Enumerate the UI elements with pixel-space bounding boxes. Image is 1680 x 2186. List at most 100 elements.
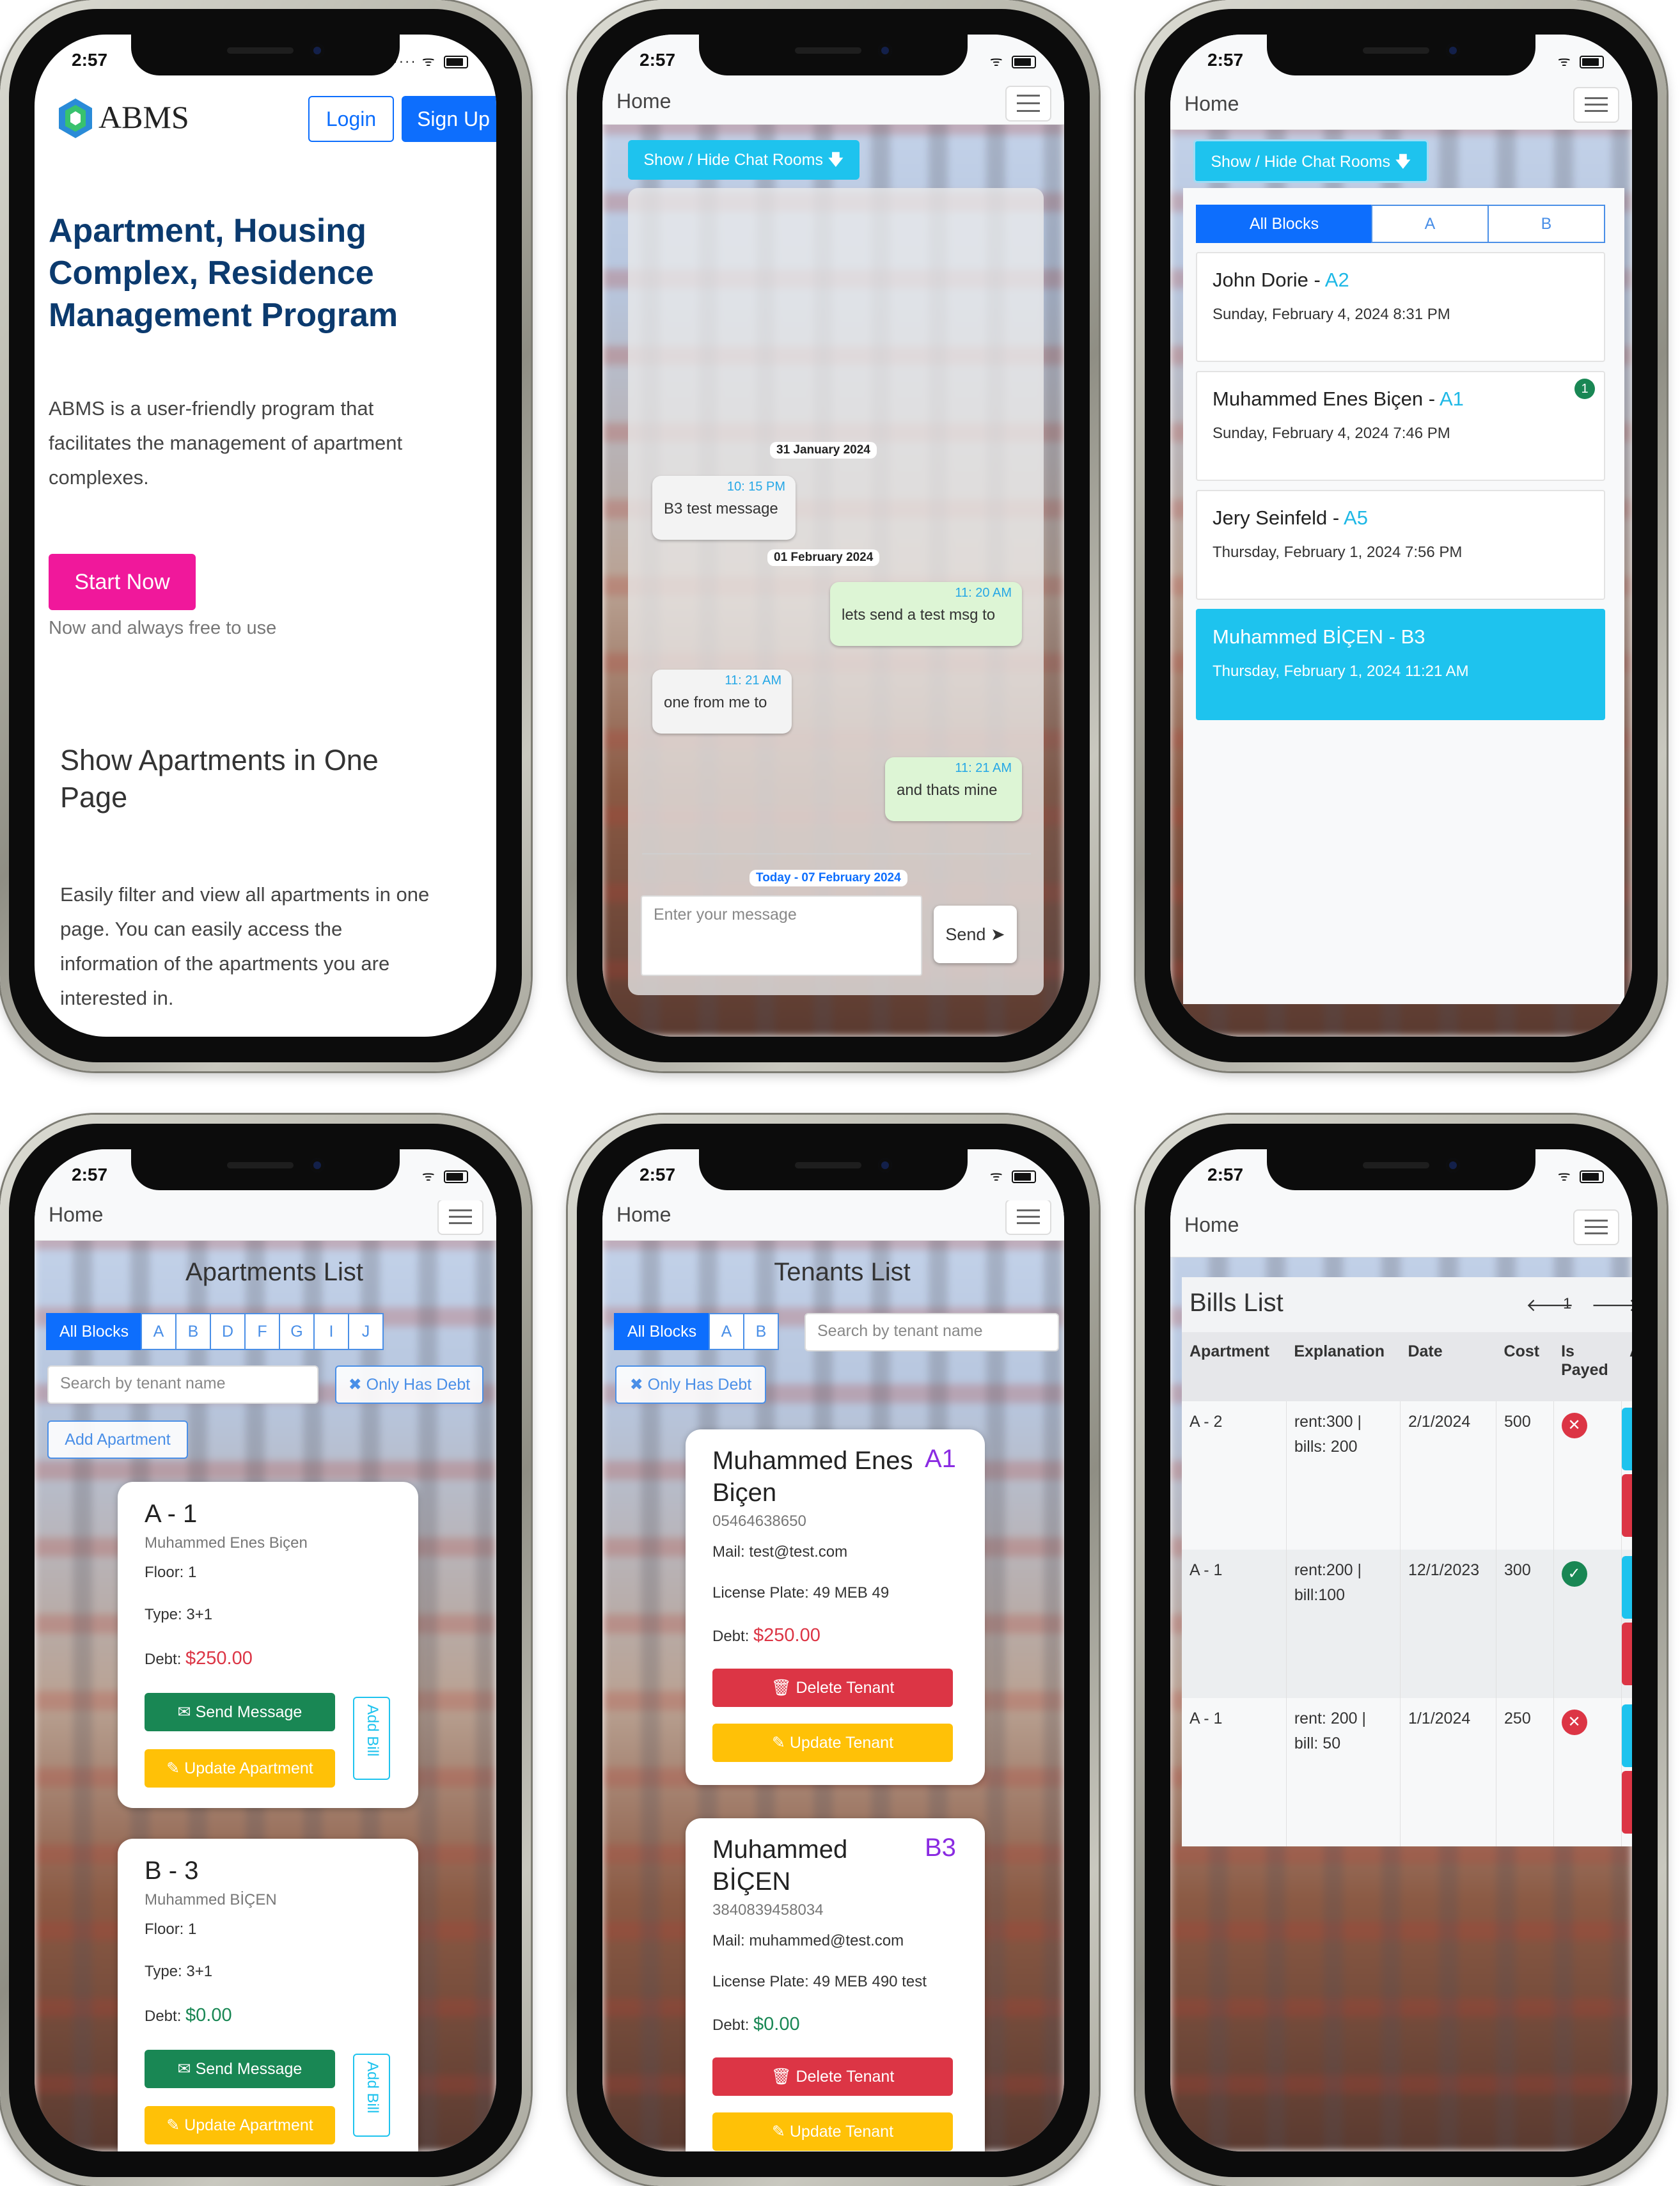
apartments-screen: 2:57 ᯤ Home Apartments List All Blocks A … bbox=[35, 1149, 496, 2151]
edit-bill-button[interactable] bbox=[1622, 1556, 1632, 1619]
delete-tenant-button[interactable]: 🗑 Delete Tenant bbox=[712, 2057, 953, 2096]
tab-all-blocks[interactable]: All Blocks bbox=[1196, 205, 1372, 243]
tab-b[interactable]: B bbox=[743, 1313, 779, 1350]
add-bill-label: Add Bill bbox=[364, 2061, 381, 2114]
only-has-debt-button[interactable]: ✖ Only Has Debt bbox=[615, 1365, 766, 1404]
update-apartment-button[interactable]: ✎ Update Apartment bbox=[145, 2106, 335, 2144]
notch bbox=[699, 35, 968, 75]
message-time: 11: 20 AM bbox=[955, 586, 1012, 600]
tab-all-blocks[interactable]: All Blocks bbox=[614, 1313, 710, 1350]
cell-actions bbox=[1622, 1401, 1632, 1550]
today-separator: Today - 07 February 2024 bbox=[750, 870, 907, 886]
next-page-icon[interactable]: 🡒 bbox=[1591, 1294, 1632, 1316]
notch bbox=[131, 1149, 400, 1190]
tab-b[interactable]: B bbox=[1488, 205, 1605, 243]
message-input[interactable]: Enter your message bbox=[641, 895, 922, 976]
only-has-debt-button[interactable]: ✖ Only Has Debt bbox=[335, 1365, 483, 1404]
apartment-floor: Floor: 1 bbox=[145, 1564, 197, 1581]
home-link[interactable]: Home bbox=[1184, 1213, 1239, 1237]
menu-toggle-button[interactable] bbox=[1005, 86, 1051, 122]
start-now-button[interactable]: Start Now bbox=[49, 554, 196, 610]
home-link[interactable]: Home bbox=[616, 1203, 671, 1227]
update-tenant-button[interactable]: ✎ Update Tenant bbox=[712, 1724, 953, 1762]
home-link[interactable]: Home bbox=[1184, 92, 1239, 116]
tenant-plate: License Plate: 49 MEB 490 test bbox=[712, 1973, 927, 1990]
tab-i[interactable]: I bbox=[313, 1313, 349, 1350]
update-apartment-label: Update Apartment bbox=[184, 2116, 313, 2134]
send-message-button[interactable]: ✉ Send Message bbox=[145, 2050, 335, 2088]
login-button[interactable]: Login bbox=[308, 96, 394, 142]
add-apartment-button[interactable]: Add Apartment bbox=[47, 1420, 188, 1459]
table-header: Apartment Explanation Date Cost Is Payed… bbox=[1182, 1332, 1632, 1401]
edit-bill-button[interactable] bbox=[1622, 1408, 1632, 1470]
chat-room-item[interactable]: Muhammed Enes Biçen - A1 Sunday, February… bbox=[1196, 371, 1605, 481]
phone-bills: 2:57 ᯤ Home Bills List 🡐 1 🡒 Apartment Ex… bbox=[1136, 1115, 1667, 2186]
rooms-screen: 2:57 ᯤ Home Show / Hide Chat Rooms 🡇 All … bbox=[1170, 35, 1632, 1037]
delete-bill-button[interactable] bbox=[1622, 1474, 1632, 1537]
tab-a[interactable]: A bbox=[141, 1313, 177, 1350]
menu-toggle-button[interactable] bbox=[1573, 87, 1619, 123]
search-input[interactable]: Search by tenant name bbox=[805, 1313, 1059, 1351]
table-row: A - 2 rent:300 | bills: 200 2/1/2024 500 … bbox=[1182, 1401, 1632, 1550]
add-bill-button[interactable]: Add Bill bbox=[353, 1697, 390, 1780]
add-bill-button[interactable]: Add Bill bbox=[353, 2054, 390, 2137]
search-input[interactable]: Search by tenant name bbox=[47, 1365, 318, 1404]
trash-icon: 🗑 bbox=[771, 2068, 792, 2086]
send-message-button[interactable]: ✉ Send Message bbox=[145, 1693, 335, 1731]
free-note: Now and always free to use bbox=[49, 618, 277, 638]
edit-bill-button[interactable] bbox=[1622, 1704, 1632, 1767]
hero-title-line: Management Program bbox=[49, 297, 398, 334]
notch bbox=[1267, 1149, 1535, 1190]
home-link[interactable]: Home bbox=[49, 1203, 103, 1227]
chat-room-item[interactable]: John Dorie - A2 Sunday, February 4, 2024 … bbox=[1196, 252, 1605, 362]
signup-button[interactable]: Sign Up bbox=[402, 96, 496, 142]
add-bill-label: Add Bill bbox=[364, 1704, 381, 1757]
menu-toggle-button[interactable] bbox=[437, 1199, 483, 1235]
status-time: 2:57 bbox=[1207, 50, 1244, 70]
tenant-name-line: Biçen bbox=[712, 1479, 777, 1507]
tab-d[interactable]: D bbox=[210, 1313, 246, 1350]
status-icons: ᯤ bbox=[422, 1166, 468, 1185]
tab-all-blocks[interactable]: All Blocks bbox=[46, 1313, 142, 1350]
tab-j[interactable]: J bbox=[348, 1313, 384, 1350]
chat-room-item[interactable]: Jery Seinfeld - A5 Thursday, February 1, … bbox=[1196, 490, 1605, 600]
update-tenant-button[interactable]: ✎ Update Tenant bbox=[712, 2112, 953, 2151]
cell-cost: 300 bbox=[1496, 1550, 1554, 1698]
apartment-debt: Debt: $250.00 bbox=[145, 1648, 253, 1669]
send-button[interactable]: Send ➤ bbox=[934, 906, 1017, 963]
delete-tenant-button[interactable]: 🗑 Delete Tenant bbox=[712, 1669, 953, 1707]
delete-bill-button[interactable] bbox=[1622, 1623, 1632, 1685]
tab-a[interactable]: A bbox=[1371, 205, 1489, 243]
explanation-line: rent:200 | bbox=[1294, 1561, 1362, 1579]
update-apartment-label: Update Apartment bbox=[184, 1759, 313, 1777]
tab-g[interactable]: G bbox=[279, 1313, 315, 1350]
tenant-debt: Debt: $250.00 bbox=[712, 1625, 820, 1646]
tab-b[interactable]: B bbox=[175, 1313, 211, 1350]
close-icon: ✖ bbox=[348, 1376, 362, 1394]
tab-f[interactable]: F bbox=[244, 1313, 280, 1350]
only-has-debt-label: Only Has Debt bbox=[366, 1376, 471, 1394]
menu-toggle-button[interactable] bbox=[1005, 1199, 1051, 1235]
tenant-block: B3 bbox=[925, 1834, 956, 1862]
apartment-owner: Muhammed BİÇEN bbox=[145, 1891, 277, 1908]
toggle-chat-rooms-button[interactable]: Show / Hide Chat Rooms 🡇 bbox=[628, 140, 860, 180]
tab-a[interactable]: A bbox=[709, 1313, 744, 1350]
body-line: information of the apartments you are bbox=[60, 952, 390, 975]
apartment-floor: Floor: 1 bbox=[145, 1921, 197, 1938]
toggle-label: Show / Hide Chat Rooms bbox=[1211, 153, 1391, 171]
header-apartment: Apartment bbox=[1189, 1342, 1270, 1360]
home-link[interactable]: Home bbox=[616, 90, 671, 113]
apartment-owner: Muhammed Enes Biçen bbox=[145, 1534, 308, 1552]
menu-toggle-button[interactable] bbox=[1573, 1209, 1619, 1245]
delete-bill-button[interactable] bbox=[1622, 1771, 1632, 1834]
cell-cost: 500 bbox=[1496, 1401, 1554, 1550]
chat-room-item-active[interactable]: Muhammed BİÇEN - B3 Thursday, February 1,… bbox=[1196, 609, 1605, 720]
room-name: Muhammed Enes Biçen - bbox=[1213, 388, 1440, 410]
tenant-card: Muhammed Enes Biçen A1 05464638650 Mail: … bbox=[686, 1429, 985, 1785]
cell-date: 12/1/2023 bbox=[1400, 1550, 1497, 1698]
toggle-chat-rooms-button[interactable]: Show / Hide Chat Rooms 🡇 bbox=[1193, 139, 1429, 183]
update-apartment-button[interactable]: ✎ Update Apartment bbox=[145, 1749, 335, 1788]
header-date: Date bbox=[1408, 1342, 1443, 1360]
cell-apartment: A - 1 bbox=[1182, 1550, 1287, 1698]
room-name: Muhammed BİÇEN - B3 bbox=[1213, 625, 1425, 648]
